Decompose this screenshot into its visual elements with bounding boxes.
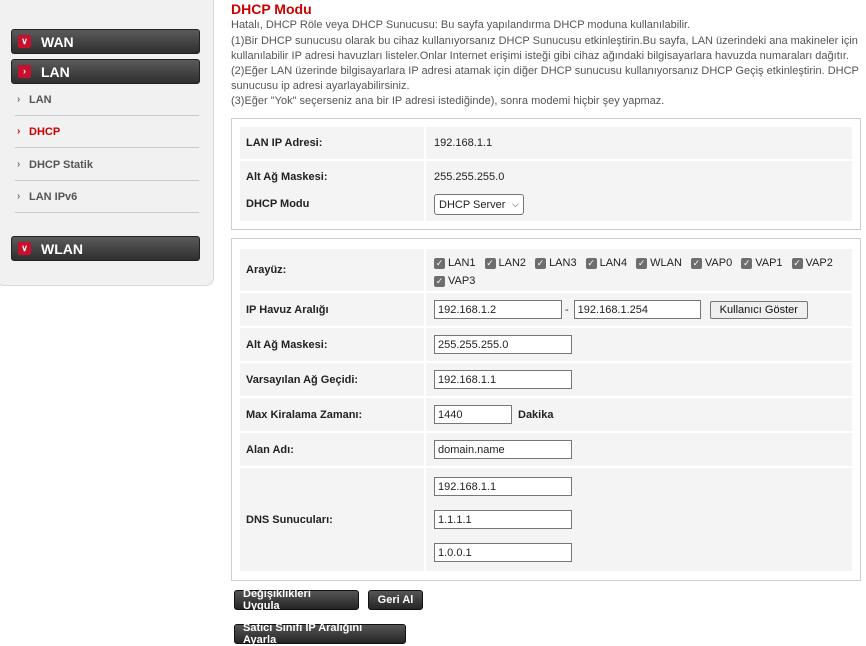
ip-pool-separator: - (565, 303, 569, 316)
ip-pool-label: IP Havuz Aralığı (240, 293, 424, 328)
lan-info-panel: LAN IP Adresi: 192.168.1.1 Alt Ağ Maskes… (231, 118, 861, 230)
checkbox-lan3[interactable]: ✓ LAN3 (535, 256, 577, 271)
ip-pool-cell: - Kullanıcı Göster (426, 293, 852, 328)
sidebar-item-label: LAN (29, 93, 52, 106)
description-line: (1)Bir DHCP sunucusu olarak bu cihaz kul… (231, 35, 858, 47)
domain-label: Alan Adı: (240, 433, 424, 468)
ip-pool-row: IP Havuz Aralığı - Kullanıcı Göster (240, 293, 852, 328)
domain-cell (426, 433, 852, 468)
menu-wlan-label: WLAN (41, 240, 83, 257)
dhcp-mask-label: Alt Ağ Maskesi: (240, 328, 424, 363)
checkbox-vap0[interactable]: ✓ VAP0 (690, 256, 732, 271)
check-icon: ✓ (690, 258, 702, 269)
lan-ip-label: LAN IP Adresi: (240, 127, 424, 161)
checkbox-vap2[interactable]: ✓ VAP2 (791, 256, 833, 271)
description-line: (2)Eğer LAN üzerinde bilgisayarlara IP a… (231, 65, 859, 77)
gateway-row: Varsayılan Ağ Geçidi: (240, 363, 852, 398)
sidebar-item-dhcp-static[interactable]: › DHCP Statik (15, 149, 199, 181)
page-title: DHCP Modu (231, 1, 312, 17)
checkbox-wlan[interactable]: ✓ WLAN (636, 256, 682, 271)
check-icon: ✓ (434, 275, 445, 287)
dns-row: DNS Sunucuları: (240, 468, 852, 573)
checkbox-lan2[interactable]: ✓ LAN2 (484, 256, 526, 271)
sidebar: ∨ WAN › LAN › LAN › DHCP › DHCP Statik ›… (0, 0, 214, 286)
checkbox-lan1[interactable]: ✓ LAN1 (434, 256, 476, 271)
dns-label: DNS Sunucuları: (240, 468, 424, 573)
chevron-down-icon: ∨ (18, 242, 31, 255)
undo-button[interactable]: Geri Al (368, 590, 423, 610)
interface-checkboxes: ✓ LAN1 ✓ LAN2 ✓ LAN3 ✓ LAN4 ✓ WLAN ✓ VAP0 ✓ VAP… (426, 249, 852, 293)
menu-wan-label: WAN (41, 33, 74, 50)
menu-lan-label: LAN (41, 63, 70, 80)
bullet-icon: › (17, 126, 21, 137)
sidebar-item-label: LAN IPv6 (29, 190, 78, 203)
ip-pool-end-input[interactable] (573, 300, 701, 319)
menu-wlan[interactable]: ∨ WLAN (11, 236, 200, 261)
bullet-icon: › (17, 94, 21, 105)
checkbox-lan4[interactable]: ✓ LAN4 (585, 256, 627, 271)
lan-ip-value: 192.168.1.1 (426, 127, 852, 161)
dhcp-mode-selected: DHCP Server (439, 198, 506, 211)
interface-label: Arayüz: (240, 249, 424, 293)
lease-label: Max Kiralama Zamanı: (240, 398, 424, 433)
lan-ip-row: LAN IP Adresi: 192.168.1.1 (240, 127, 852, 161)
chevron-down-icon: ⌵ (512, 199, 519, 209)
sidebar-item-label: DHCP Statik (29, 158, 93, 171)
vendor-class-ip-range-button[interactable]: Satıcı Sınıfı IP Aralığını Ayarla (234, 622, 406, 646)
menu-lan[interactable]: › LAN (11, 59, 200, 84)
bullet-icon: › (17, 191, 21, 202)
domain-name-input[interactable] (434, 440, 572, 459)
check-icon: ✓ (585, 258, 597, 269)
domain-row: Alan Adı: (240, 433, 852, 468)
menu-wan[interactable]: ∨ WAN (11, 29, 200, 54)
check-icon: ✓ (741, 258, 753, 269)
dns-server-1-input[interactable] (434, 477, 572, 496)
gateway-cell (426, 363, 852, 398)
sidebar-item-dhcp[interactable]: › DHCP (15, 116, 199, 148)
chevron-down-icon: ∨ (18, 35, 31, 48)
check-icon: ✓ (636, 258, 648, 269)
lease-time-input[interactable] (434, 405, 512, 424)
dhcp-mode-label: DHCP Modu (240, 187, 424, 223)
dns-cell (426, 468, 852, 573)
gateway-label: Varsayılan Ağ Geçidi: (240, 363, 424, 398)
bullet-icon: › (17, 159, 21, 170)
check-icon: ✓ (791, 258, 803, 269)
description-line: sunucusu ip adresi ayarlayabilirsiniz. (231, 80, 410, 92)
dhcp-mask-row: Alt Ağ Maskesi: (240, 328, 852, 363)
description-line: Hatalı, DHCP Röle veya DHCP Sunucusu: Bu… (231, 19, 691, 31)
subnet-mask-input[interactable] (434, 335, 572, 354)
check-icon: ✓ (434, 258, 445, 269)
interface-row: Arayüz: ✓ LAN1 ✓ LAN2 ✓ LAN3 ✓ LAN4 ✓ WLAN ✓ V… (240, 249, 852, 293)
lease-cell: Dakika (426, 398, 852, 433)
lease-row: Max Kiralama Zamanı: Dakika (240, 398, 852, 433)
sidebar-item-label: DHCP (29, 125, 61, 138)
chevron-right-icon: › (18, 65, 31, 78)
dhcp-mode-select[interactable]: DHCP Server ⌵ (434, 194, 524, 215)
dhcp-settings-panel: Arayüz: ✓ LAN1 ✓ LAN2 ✓ LAN3 ✓ LAN4 ✓ WLAN ✓ V… (231, 238, 861, 581)
description-line: kullanılabilir IP adresi havuzları liste… (231, 50, 849, 62)
description-line: (3)Eğer "Yok" seçerseniz ana bir IP adre… (231, 95, 665, 107)
dns-server-2-input[interactable] (434, 510, 572, 529)
sidebar-item-lan[interactable]: › LAN (15, 84, 199, 116)
check-icon: ✓ (484, 258, 496, 269)
show-users-button[interactable]: Kullanıcı Göster (709, 300, 808, 319)
apply-changes-button[interactable]: Değişiklikleri Uygula (234, 588, 359, 612)
dhcp-mask-cell (426, 328, 852, 363)
lease-unit: Dakika (518, 408, 554, 421)
check-icon: ✓ (535, 258, 547, 269)
gateway-input[interactable] (434, 370, 572, 389)
sidebar-item-lan-ipv6[interactable]: › LAN IPv6 (15, 181, 199, 213)
dns-server-3-input[interactable] (434, 543, 572, 562)
checkbox-vap3[interactable]: ✓ VAP3 (434, 274, 475, 289)
ip-pool-start-input[interactable] (434, 300, 562, 319)
dhcp-mode-row: DHCP Modu (240, 187, 852, 223)
checkbox-vap1[interactable]: ✓ VAP1 (741, 256, 783, 271)
